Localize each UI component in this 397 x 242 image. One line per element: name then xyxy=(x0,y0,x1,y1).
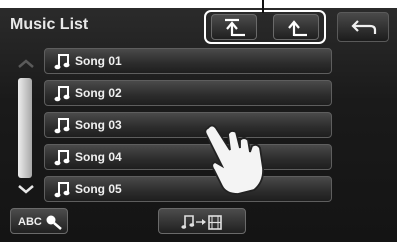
top-level-button[interactable] xyxy=(211,14,257,40)
return-to-top-arrow-icon xyxy=(225,18,245,37)
song-title: Song 03 xyxy=(75,118,122,132)
music-note-icon xyxy=(54,150,70,166)
back-arrow-icon xyxy=(351,20,377,34)
music-to-video-icon xyxy=(181,215,222,230)
music-list-screen: Music List Song 01 Song 02 Song 03 Song … xyxy=(0,8,397,242)
scroll-down-button[interactable] xyxy=(14,179,38,201)
touch-hand-icon xyxy=(204,124,264,195)
music-note-icon xyxy=(54,86,70,102)
scrollbar-thumb[interactable] xyxy=(18,78,32,178)
song-title: Song 02 xyxy=(75,86,122,100)
list-item[interactable]: Song 01 xyxy=(44,48,332,74)
abc-label: ABC xyxy=(18,216,42,228)
up-one-level-arrow-icon xyxy=(288,20,307,37)
music-video-toggle-button[interactable] xyxy=(158,208,246,234)
back-button[interactable] xyxy=(337,12,389,42)
search-icon xyxy=(46,215,62,230)
music-note-icon xyxy=(54,182,70,198)
music-note-icon xyxy=(54,118,70,134)
alphabet-search-button[interactable]: ABC xyxy=(10,208,68,234)
chevron-up-icon xyxy=(18,59,34,68)
up-level-button[interactable] xyxy=(273,14,319,40)
chevron-down-icon xyxy=(18,185,34,194)
scroll-up-button[interactable] xyxy=(14,54,38,76)
song-title: Song 04 xyxy=(75,150,122,164)
callout-line xyxy=(262,0,264,13)
song-title: Song 05 xyxy=(75,182,122,196)
page-title: Music List xyxy=(10,16,89,33)
song-title: Song 01 xyxy=(75,54,122,68)
music-note-icon xyxy=(54,54,70,70)
list-item[interactable]: Song 02 xyxy=(44,80,332,106)
